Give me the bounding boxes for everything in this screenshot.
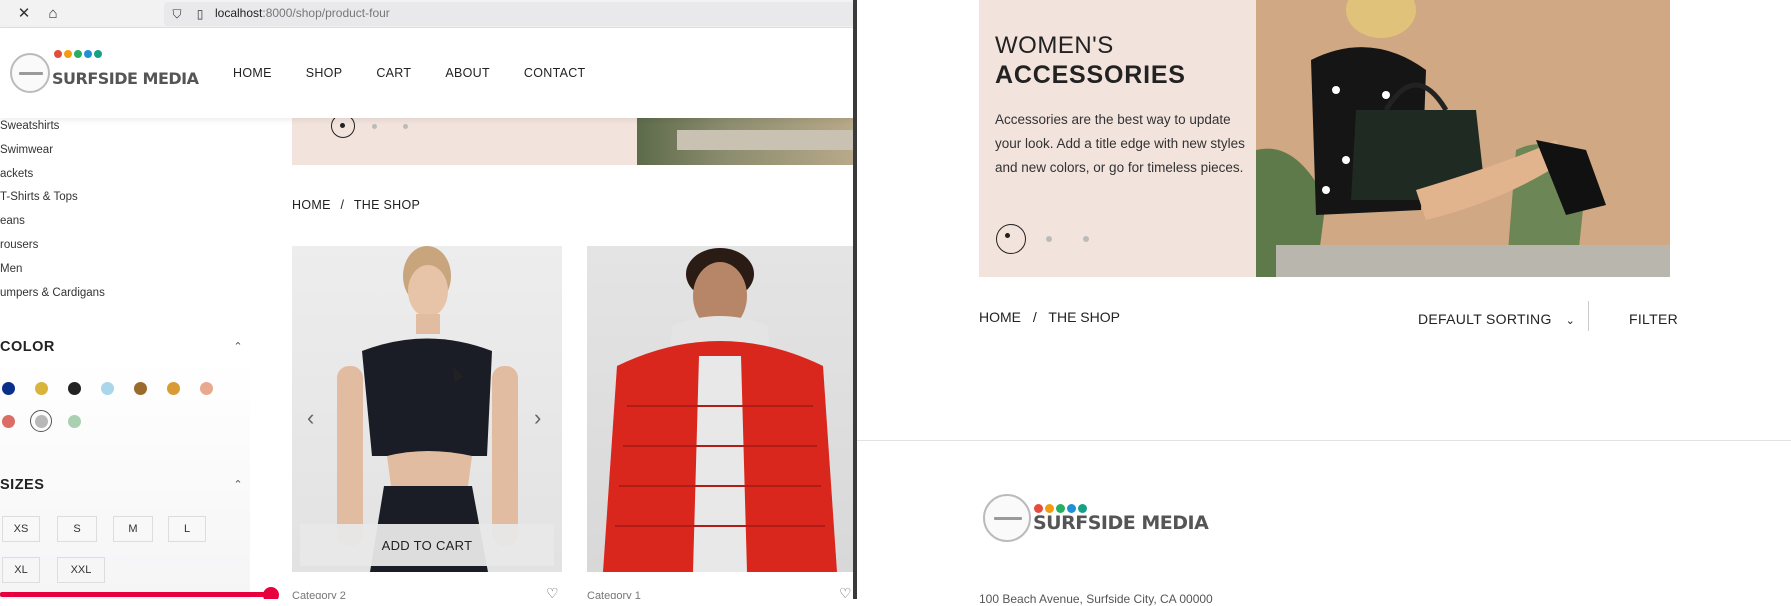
category-tshirts-tops[interactable]: T-Shirts & Tops <box>0 191 78 203</box>
color-swatch[interactable] <box>167 382 180 395</box>
size-s-button[interactable]: S <box>57 516 97 542</box>
heart-icon[interactable]: ♡ <box>839 585 852 599</box>
color-swatch[interactable] <box>200 382 213 395</box>
nav-contact[interactable]: CONTACT <box>524 66 586 80</box>
sizes-heading: SIZES <box>0 477 45 493</box>
price-range-track[interactable] <box>0 592 272 597</box>
size-l-button[interactable]: L <box>168 516 206 542</box>
chevron-up-icon[interactable]: ⌃ <box>232 340 244 353</box>
category-jackets[interactable]: ackets <box>0 168 33 180</box>
url-path: :8000/shop/product-four <box>262 6 390 20</box>
footer-logo[interactable]: SURFSIDE MEDIA <box>983 494 1209 542</box>
nav-cart[interactable]: CART <box>376 66 411 80</box>
color-swatch[interactable] <box>2 415 15 428</box>
toolbar-separator <box>1588 301 1589 331</box>
nav-shop[interactable]: SHOP <box>306 66 343 80</box>
size-xl-button[interactable]: XL <box>2 557 40 583</box>
product-category[interactable]: Category 2 <box>292 590 346 599</box>
breadcrumb-home[interactable]: HOME <box>979 309 1021 325</box>
page-icon: ▯ <box>196 7 204 21</box>
add-to-cart-button[interactable]: ADD TO CART <box>300 524 554 566</box>
home-icon[interactable]: ⌂ <box>43 4 63 24</box>
color-swatch[interactable] <box>35 382 48 395</box>
color-swatch-selected[interactable] <box>35 415 48 428</box>
breadcrumb-current[interactable]: THE SHOP <box>354 198 420 212</box>
logo-dots <box>54 50 102 58</box>
logo[interactable]: SURFSIDE MEDIA <box>10 50 199 93</box>
url-host: localhost <box>215 6 263 20</box>
category-jeans[interactable]: eans <box>0 215 25 227</box>
nav-home[interactable]: HOME <box>233 66 272 80</box>
shield-icon: ⛉ <box>172 7 182 21</box>
product-image <box>603 248 837 572</box>
size-xxl-button[interactable]: XXL <box>57 557 105 583</box>
category-sweatshirts[interactable]: Sweatshirts <box>0 120 59 132</box>
chevron-left-icon[interactable]: ‹ <box>307 405 314 431</box>
size-xs-button[interactable]: XS <box>2 516 40 542</box>
color-swatch[interactable] <box>134 382 147 395</box>
slider-dot-active[interactable] <box>996 224 1026 254</box>
category-trousers[interactable]: rousers <box>0 239 38 251</box>
right-banner-image <box>1256 0 1670 277</box>
nav-about[interactable]: ABOUT <box>445 66 490 80</box>
chevron-up-icon[interactable]: ⌃ <box>232 478 244 491</box>
footer-address: 100 Beach Avenue, Surfside City, CA 0000… <box>979 592 1213 606</box>
breadcrumb-current[interactable]: THE SHOP <box>1048 309 1120 325</box>
slider-dot[interactable] <box>1083 236 1089 242</box>
category-swimwear[interactable]: Swimwear <box>0 144 53 156</box>
close-icon[interactable]: ✕ <box>14 4 34 24</box>
breadcrumb-right: HOME / THE SHOP <box>979 309 1120 325</box>
site-header: SURFSIDE MEDIA HOME SHOP CART ABOUT CONT… <box>0 28 853 118</box>
main-nav: HOME SHOP CART ABOUT CONTACT <box>233 66 620 80</box>
banner-description: Accessories are the best way to update y… <box>995 112 1245 175</box>
color-swatch[interactable] <box>68 382 81 395</box>
price-range-handle[interactable] <box>263 587 279 599</box>
logo-text: SURFSIDE MEDIA <box>1033 512 1209 534</box>
banner-image <box>637 118 853 165</box>
product-category[interactable]: Category 1 <box>587 590 641 599</box>
color-swatch[interactable] <box>101 382 114 395</box>
breadcrumb-sep: / <box>1032 309 1037 325</box>
breadcrumb: HOME / THE SHOP <box>292 198 420 212</box>
logo-emblem <box>983 494 1031 542</box>
filter-button[interactable]: FILTER <box>1629 311 1678 327</box>
slider-dot[interactable] <box>403 124 408 129</box>
banner-title-line1: WOMEN'S <box>995 32 1114 59</box>
sort-dropdown[interactable]: DEFAULT SORTING ⌄ <box>1418 311 1575 327</box>
category-jumpers-cardigans[interactable]: umpers & Cardigans <box>0 287 105 299</box>
left-browser-pane: ✕ ⌂ ⛉ ▯ localhost:8000/shop/product-four… <box>0 0 853 599</box>
breadcrumb-home[interactable]: HOME <box>292 198 331 212</box>
logo-emblem <box>10 53 50 93</box>
slider-dot[interactable] <box>372 124 377 129</box>
url-text[interactable]: localhost:8000/shop/product-four <box>215 6 390 20</box>
color-swatch[interactable] <box>2 382 15 395</box>
sort-label: DEFAULT SORTING <box>1418 311 1552 327</box>
slider-dot[interactable] <box>1046 236 1052 242</box>
window-divider <box>853 0 857 599</box>
banner-title-line2: ACCESSORIES <box>995 61 1186 89</box>
browser-toolbar: ✕ ⌂ ⛉ ▯ localhost:8000/shop/product-four <box>0 0 853 28</box>
heart-icon[interactable]: ♡ <box>546 585 559 599</box>
section-divider <box>857 440 1791 441</box>
size-m-button[interactable]: M <box>113 516 153 542</box>
color-heading: COLOR <box>0 339 55 355</box>
product-card[interactable] <box>587 246 853 572</box>
logo-text: SURFSIDE MEDIA <box>52 68 199 88</box>
banner-photo <box>1256 0 1670 277</box>
chevron-down-icon: ⌄ <box>1565 315 1576 327</box>
chevron-right-icon[interactable]: › <box>534 405 541 431</box>
color-swatch[interactable] <box>68 415 81 428</box>
category-men[interactable]: Men <box>0 263 22 275</box>
breadcrumb-sep: / <box>340 198 345 212</box>
logo-dots <box>1034 504 1087 513</box>
